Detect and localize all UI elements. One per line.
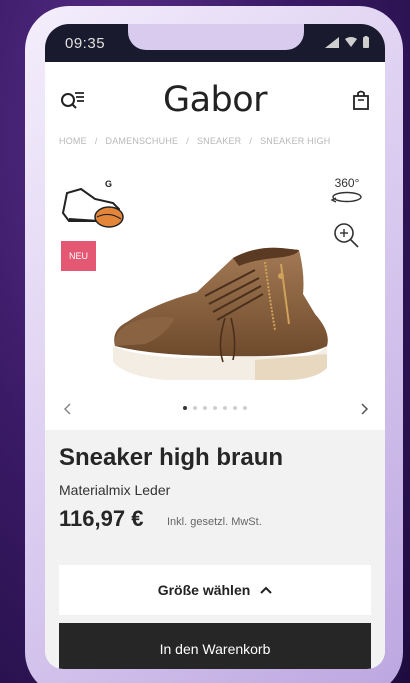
view-360-label: 360° [334, 176, 360, 190]
shopping-bag-icon [353, 90, 369, 110]
breadcrumb-damenschuhe[interactable]: DAMENSCHUHE [106, 136, 179, 146]
signal-icon [325, 36, 339, 48]
gallery-pagination [45, 406, 385, 410]
breadcrumb: HOME / DAMENSCHUHE / SNEAKER / SNEAKER H… [59, 136, 330, 146]
brand-logo[interactable]: Gabor [45, 80, 385, 120]
pagination-dot[interactable] [183, 406, 187, 410]
breadcrumb-sneaker-high[interactable]: SNEAKER HIGH [260, 136, 330, 146]
pagination-dot[interactable] [223, 406, 227, 410]
pagination-dot[interactable] [243, 406, 247, 410]
breadcrumb-separator: / [186, 136, 189, 146]
pagination-dot[interactable] [233, 406, 237, 410]
svg-text:G: G [105, 179, 112, 189]
phone-screen: 09:35 Gabor HOME / DAMENSCHUHE / SNEAKER… [45, 24, 385, 669]
product-price: 116,97 € [59, 506, 144, 531]
breadcrumb-separator: / [249, 136, 253, 146]
wifi-icon [345, 37, 357, 47]
phone-notch [128, 24, 304, 50]
cart-button[interactable] [351, 89, 371, 111]
size-select-button[interactable]: Größe wählen [59, 565, 371, 615]
add-to-cart-label: In den Warenkorb [159, 641, 271, 657]
new-badge: NEU [61, 241, 96, 271]
zoom-in-icon [334, 223, 359, 248]
tax-note: Inkl. gesetzl. MwSt. [167, 516, 262, 528]
product-gallery[interactable]: G NEU 360° [45, 162, 385, 430]
status-bar: 09:35 [45, 24, 385, 62]
shoe-care-icon: G [59, 175, 131, 237]
add-to-cart-button[interactable]: In den Warenkorb [59, 623, 371, 669]
product-info: Sneaker high braun Materialmix Leder 116… [45, 430, 385, 669]
battery-icon [363, 36, 369, 48]
product-material: Materialmix Leder [59, 482, 171, 498]
site-header: Gabor HOME / DAMENSCHUHE / SNEAKER / SNE… [45, 62, 385, 162]
status-icons [325, 36, 369, 48]
size-select-label: Größe wählen [157, 582, 251, 598]
breadcrumb-separator: / [94, 136, 98, 146]
rotate-icon [330, 191, 362, 203]
pagination-dot[interactable] [203, 406, 207, 410]
sneaker-illustration [113, 247, 328, 380]
zoom-button[interactable] [333, 222, 361, 250]
chevron-up-icon [260, 586, 272, 594]
view-360-button[interactable]: 360° [329, 176, 365, 210]
product-title: Sneaker high braun [59, 444, 284, 471]
pagination-dot[interactable] [193, 406, 197, 410]
status-time: 09:35 [65, 35, 106, 52]
breadcrumb-home[interactable]: HOME [59, 136, 87, 146]
breadcrumb-sneaker[interactable]: SNEAKER [197, 136, 241, 146]
pagination-dot[interactable] [213, 406, 217, 410]
product-image[interactable] [105, 234, 335, 384]
